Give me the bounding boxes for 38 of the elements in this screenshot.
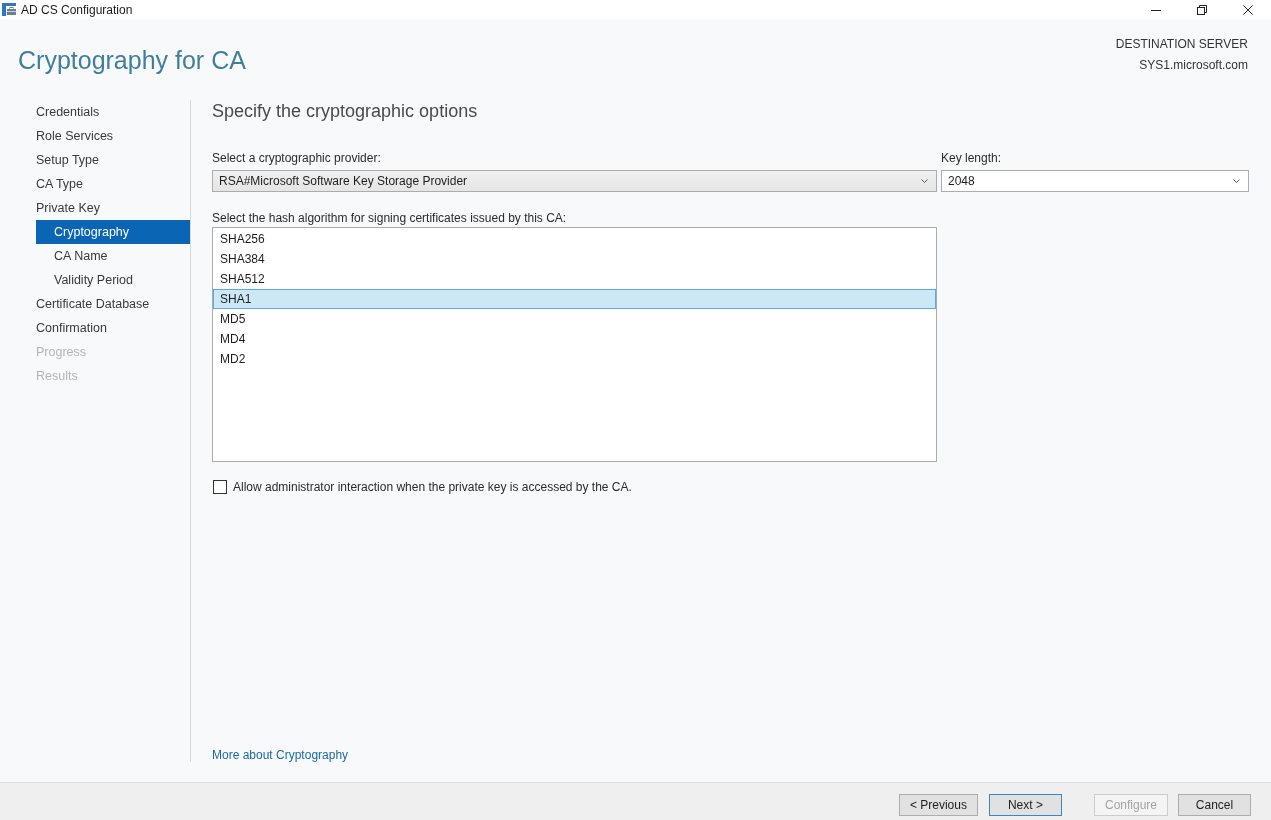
- list-item[interactable]: MD5: [213, 309, 936, 329]
- help-link[interactable]: More about Cryptography: [212, 748, 349, 762]
- wizard-step[interactable]: Role Services: [36, 124, 190, 148]
- checkbox[interactable]: [213, 480, 227, 494]
- wizard-button[interactable]: < Previous: [898, 794, 978, 816]
- wizard-button[interactable]: Next >: [988, 794, 1062, 816]
- server-label: DESTINATION SERVER: [1115, 36, 1248, 53]
- field-label: Select the hash algorithm for signing certificates issued by this CA:: [212, 211, 568, 225]
- wizard-step[interactable]: Certificate Database: [36, 292, 190, 316]
- section-heading: Specify the cryptographic options: [212, 100, 479, 122]
- list-item[interactable]: SHA256: [213, 229, 936, 249]
- checkbox-label: Allow administrator interaction when the private key is accessed by the CA.: [233, 479, 632, 495]
- wizard-step[interactable]: CA Name: [36, 244, 190, 268]
- list-item[interactable]: SHA384: [213, 249, 936, 269]
- wizard-step[interactable]: Validity Period: [36, 268, 190, 292]
- wizard-step[interactable]: Private Key: [36, 196, 190, 220]
- window-title: AD CS Configuration: [21, 1, 133, 18]
- wizard-step[interactable]: CA Type: [36, 172, 190, 196]
- close-icon: [1243, 4, 1253, 15]
- list-item[interactable]: SHA1: [213, 289, 936, 309]
- server-name: SYS1.microsoft.com: [1139, 57, 1248, 74]
- wizard-step[interactable]: Credentials: [36, 100, 190, 124]
- wizard-step[interactable]: Cryptography: [36, 220, 190, 244]
- key-length-dropdown[interactable]: 2048: [941, 170, 1249, 192]
- toolbox-icon: [2, 3, 16, 16]
- wizard-step[interactable]: Setup Type: [36, 148, 190, 172]
- chevron-down-icon: [921, 179, 928, 183]
- field-label: Key length:: [941, 151, 1003, 165]
- list-item[interactable]: MD2: [213, 349, 936, 369]
- wizard-step[interactable]: Confirmation: [36, 316, 190, 340]
- restore-icon: [1197, 4, 1207, 15]
- provider-dropdown[interactable]: RSA#Microsoft Software Key Storage Provider: [212, 170, 937, 192]
- page-title: Cryptography for CA: [18, 45, 246, 75]
- list-item[interactable]: MD4: [213, 329, 936, 349]
- chevron-down-icon: [1233, 179, 1240, 183]
- list-item[interactable]: SHA512: [213, 269, 936, 289]
- field-label: Select a cryptographic provider:: [212, 151, 382, 165]
- wizard-button[interactable]: Cancel: [1178, 794, 1251, 816]
